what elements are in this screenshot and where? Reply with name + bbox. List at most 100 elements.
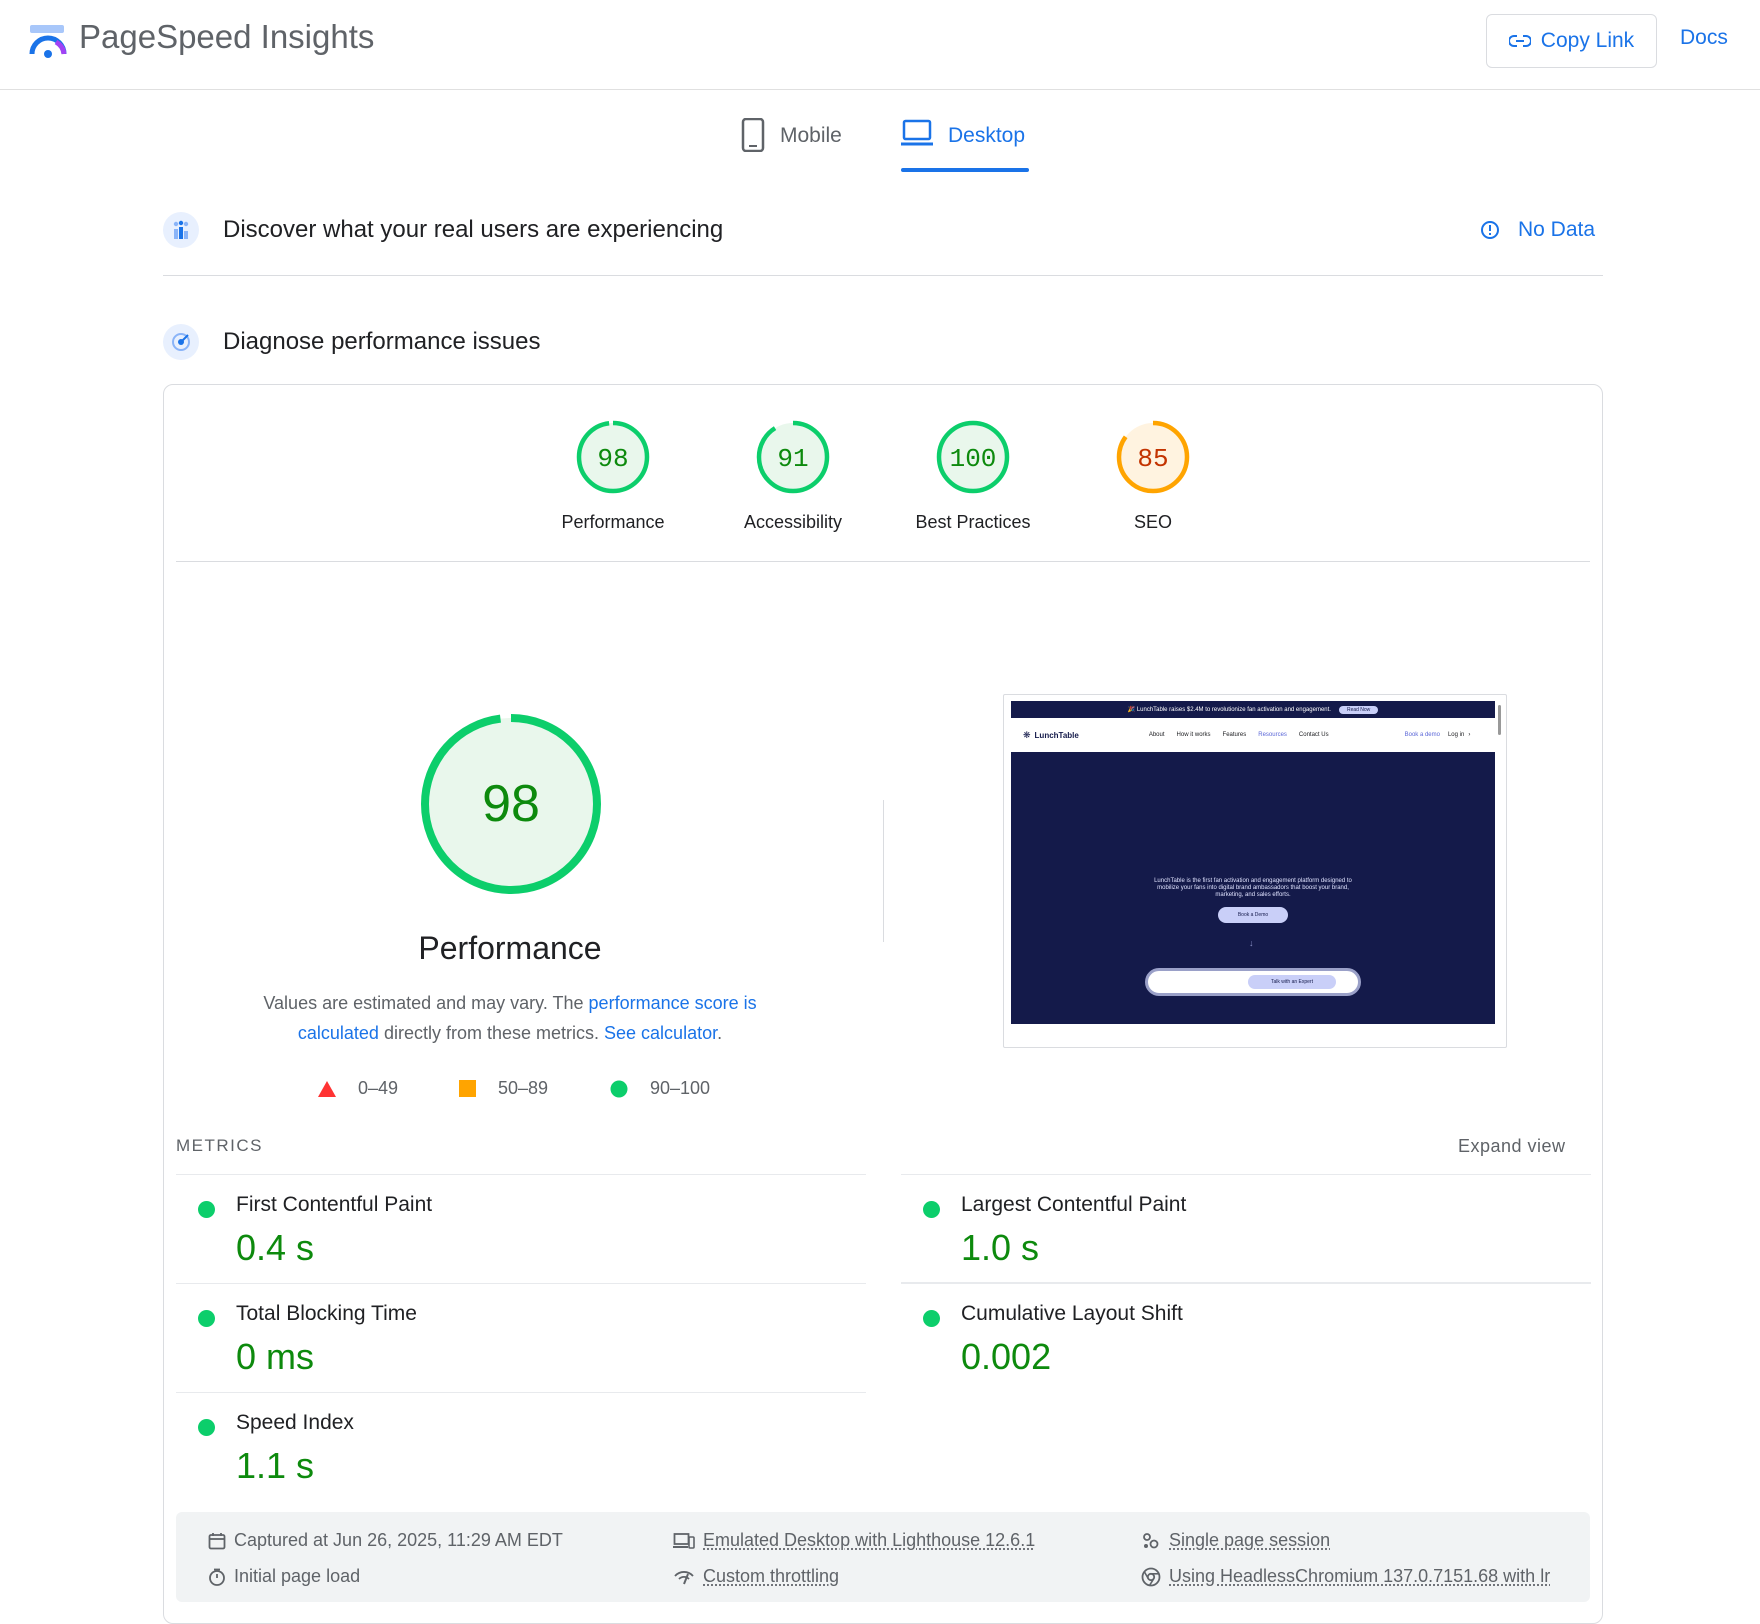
metric-cumulative-layout-shift: Cumulative Layout Shift 0.002 xyxy=(901,1283,1591,1391)
active-tab-indicator xyxy=(901,168,1029,172)
performance-big-gauge: 98 xyxy=(421,714,601,894)
thumb-down-arrow-icon: ↓ xyxy=(1249,938,1254,948)
app-header: PageSpeed Insights Copy Link Docs xyxy=(0,0,1760,90)
tab-mobile-label: Mobile xyxy=(780,124,842,147)
metrics-bottom-divider xyxy=(176,1392,866,1393)
gauge-score: 91 xyxy=(777,444,808,474)
gauge-label: Accessibility xyxy=(743,512,843,532)
thumb-nav-contact: Contact Us xyxy=(1298,732,1329,738)
pass-dot-icon xyxy=(198,1310,215,1327)
app-title: PageSpeed Insights xyxy=(79,18,375,55)
score-gauge-seo[interactable]: 85 SEO xyxy=(1083,419,1223,533)
metrics-header: METRICS xyxy=(176,1136,263,1155)
average-square-icon xyxy=(459,1080,476,1097)
performance-note: Values are estimated and may vary. The p… xyxy=(240,988,780,1048)
final-screenshot[interactable]: 🎉 LunchTable raises $2.4M to revolutioni… xyxy=(1003,694,1507,1048)
pass-dot-icon xyxy=(198,1201,215,1218)
metric-label: Speed Index xyxy=(236,1411,354,1434)
field-data-icon xyxy=(163,212,199,248)
throttling[interactable]: Custom throttling xyxy=(673,1566,839,1587)
legend-fail: 0–49 xyxy=(318,1078,398,1099)
score-gauge-performance[interactable]: 98 Performance xyxy=(543,419,683,533)
thumb-logo-icon: ❋ xyxy=(1023,729,1031,740)
gauge-ring: 98 xyxy=(576,420,650,494)
vertical-divider xyxy=(883,800,884,942)
legend-pass: 90–100 xyxy=(610,1078,710,1099)
tab-desktop[interactable]: Desktop xyxy=(900,118,1025,174)
gauge-score: 85 xyxy=(1137,444,1168,474)
score-gauge-accessibility[interactable]: 91 Accessibility xyxy=(723,419,863,533)
mobile-device-icon xyxy=(741,118,765,152)
metric-value: 0 ms xyxy=(236,1336,315,1377)
captured-at: Captured at Jun 26, 2025, 11:29 AM EDT xyxy=(208,1530,563,1551)
no-data-indicator[interactable]: No Data xyxy=(1480,218,1595,242)
performance-big-label: Performance xyxy=(418,930,602,966)
initial-load: Initial page load xyxy=(208,1566,360,1587)
thumb-nav: ❋ LunchTable About How it works Features… xyxy=(1011,718,1495,752)
session-type[interactable]: Single page session xyxy=(1141,1530,1330,1551)
section-divider xyxy=(163,275,1603,276)
thumb-hero-text: LunchTable is the first fan activation a… xyxy=(1154,878,1352,898)
session-icon xyxy=(1143,1532,1159,1548)
gauge-ring: 100 xyxy=(936,420,1010,494)
tab-mobile[interactable]: Mobile xyxy=(740,118,842,174)
diagnose-title: Diagnose performance issues xyxy=(223,328,541,355)
thumb-nav-login: Log in xyxy=(1447,732,1465,738)
thumb-nav-resources: Resources xyxy=(1258,732,1287,738)
note-middle: directly from these metrics. xyxy=(378,1023,605,1043)
thumb-nav-how: How it works xyxy=(1176,732,1211,738)
metric-value: 1.1 s xyxy=(236,1445,315,1486)
pass-dot-icon xyxy=(198,1419,215,1436)
legend-average: 50–89 xyxy=(459,1078,548,1099)
note-prefix: Values are estimated and may vary. The xyxy=(263,993,589,1013)
fail-triangle-icon xyxy=(318,1080,336,1097)
expand-view-toggle[interactable]: Expand view xyxy=(1458,1136,1566,1157)
initial-load-text: Initial page load xyxy=(234,1566,361,1586)
legend-fail-range: 0–49 xyxy=(358,1078,399,1098)
devices-icon xyxy=(673,1532,695,1549)
legend-pass-range: 90–100 xyxy=(650,1078,711,1098)
calendar-icon xyxy=(208,1532,226,1549)
metric-largest-contentful-paint: Largest Contentful Paint 1.0 s xyxy=(901,1174,1591,1282)
metric-label: First Contentful Paint xyxy=(236,1193,433,1216)
metric-value: 1.0 s xyxy=(961,1227,1040,1268)
thumb-banner-button: Read Now xyxy=(1338,705,1379,714)
link-icon xyxy=(1508,35,1531,47)
pass-dot-icon xyxy=(923,1310,940,1327)
metric-label: Largest Contentful Paint xyxy=(961,1193,1187,1216)
metric-value: 0.002 xyxy=(961,1336,1052,1377)
docs-link[interactable]: Docs xyxy=(1680,26,1728,50)
runtime-settings xyxy=(176,1512,1590,1602)
throttling-text: Custom throttling xyxy=(703,1566,840,1586)
pass-circle-icon xyxy=(610,1080,628,1097)
browser-version[interactable]: Using HeadlessChromium 137.0.7151.68 wit… xyxy=(1141,1566,1550,1587)
laptop-icon xyxy=(901,119,933,146)
network-throttle-icon xyxy=(674,1570,694,1584)
score-gauge-best-practices[interactable]: 100 Best Practices xyxy=(903,419,1043,533)
metrics-right-divider xyxy=(901,1282,1591,1283)
gauge-ring: 91 xyxy=(756,420,830,494)
metric-label: Total Blocking Time xyxy=(236,1302,417,1325)
emulated-device[interactable]: Emulated Desktop with Lighthouse 12.6.1 xyxy=(673,1530,1035,1551)
metric-speed-index: Speed Index 1.1 s xyxy=(176,1392,866,1500)
metric-total-blocking-time: Total Blocking Time 0 ms xyxy=(176,1283,866,1391)
tab-desktop-label: Desktop xyxy=(948,124,1026,147)
thumb-cta-button: Talk with an Expert xyxy=(1248,975,1336,989)
thumb-nav-demo: Book a demo xyxy=(1404,732,1440,738)
legend-average-range: 50–89 xyxy=(498,1078,549,1098)
timer-icon xyxy=(209,1568,225,1586)
captured-at-text: Captured at Jun 26, 2025, 11:29 AM EDT xyxy=(234,1530,563,1550)
thumb-banner-text: 🎉 LunchTable raises $2.4M to revolutioni… xyxy=(1127,707,1331,713)
diagnose-icon xyxy=(163,324,199,360)
metric-first-contentful-paint: First Contentful Paint 0.4 s xyxy=(176,1174,866,1282)
thumb-scrollbar[interactable] xyxy=(1498,705,1501,735)
thumb-nav-features: Features xyxy=(1222,732,1247,738)
gauge-score: 98 xyxy=(597,444,628,474)
gauges-divider xyxy=(176,561,1590,562)
note-suffix: . xyxy=(717,1023,723,1043)
copy-link-button[interactable]: Copy Link xyxy=(1486,14,1657,68)
copy-link-label: Copy Link xyxy=(1540,29,1635,52)
see-calculator-link[interactable]: See calculator xyxy=(604,1023,717,1043)
chrome-icon xyxy=(1141,1567,1161,1586)
gauge-label: SEO xyxy=(1133,512,1172,532)
